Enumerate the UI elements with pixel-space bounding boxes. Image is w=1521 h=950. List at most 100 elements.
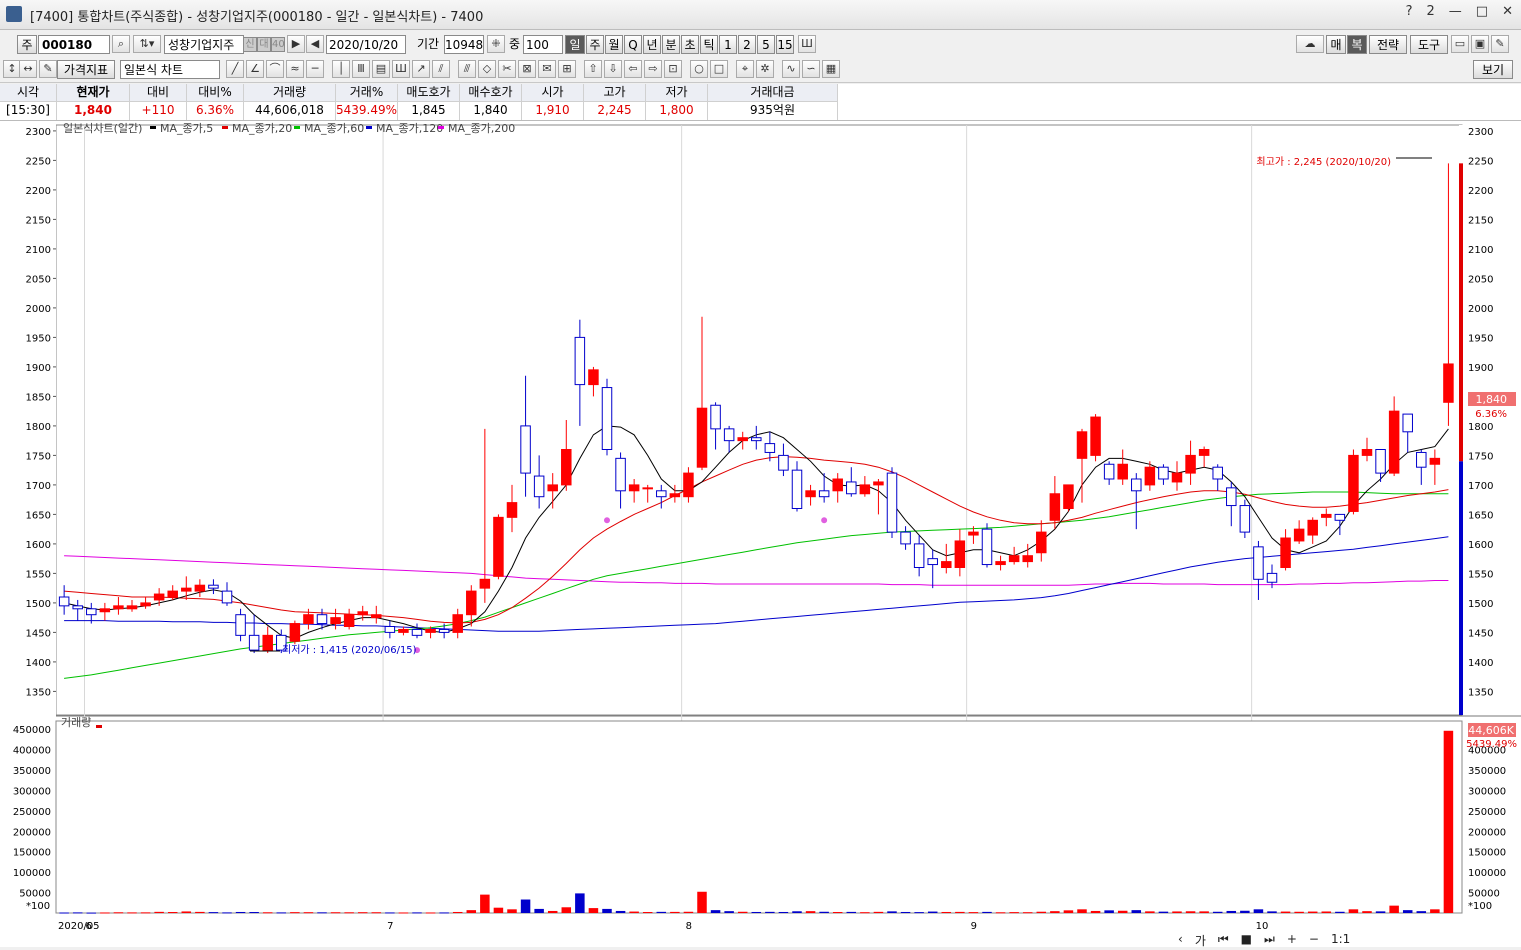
price-indicator-button[interactable]: 가격지표 [57,60,115,79]
channel-tool-icon[interactable]: ⫻ [458,60,476,78]
zoom-out-icon[interactable]: − [1309,932,1319,949]
save-icon[interactable]: ▣ [1471,35,1489,53]
minimize-button[interactable]: — [1449,4,1462,19]
x-label-4: 9 [971,921,977,932]
volume-bar [602,908,612,913]
cloud-icon[interactable]: ☁ [1296,35,1324,53]
candle-body [1144,466,1156,486]
square-tool-icon[interactable]: □ [710,60,728,78]
period-button-1[interactable]: 주 [586,35,604,54]
market-select[interactable]: 주 [17,35,37,54]
wrench-icon[interactable]: ✎ [1491,35,1509,53]
arc-tool-icon[interactable]: ⌒ [266,60,284,78]
period-button-8[interactable]: 1 [719,35,737,54]
bars-tool-icon[interactable]: Ⅲ [352,60,370,78]
volume-bar [276,912,287,914]
line-tool-icon[interactable]: ╱ [226,60,244,78]
rhombus-tool-icon[interactable]: ◇ [478,60,496,78]
circle-tool-icon[interactable]: ○ [690,60,708,78]
box-tool-icon[interactable]: ⊠ [518,60,536,78]
vline-tool-icon[interactable]: │ [332,60,350,78]
star-tool-icon[interactable]: ✲ [756,60,774,78]
price-tick-right: 1550 [1468,569,1493,580]
up-tool-icon[interactable]: ⇧ [584,60,602,78]
chart-area[interactable]: 1350 1350 1400 1400 1450 1450 1500 1500 1550 1550… [0,121,1521,947]
down-tool-icon[interactable]: ⇩ [604,60,622,78]
chart-svg[interactable]: 1350 1350 1400 1400 1450 1450 1500 1500 1550 1550… [0,121,1521,947]
curve-tool-icon[interactable]: ∽ [802,60,820,78]
view-button[interactable]: 보기 [1473,60,1513,79]
volume-bar [493,907,504,913]
back-icon[interactable]: ◀ [306,35,324,53]
period-button-7[interactable]: 틱 [700,35,718,54]
candle-body [167,590,178,598]
frame-tool-icon[interactable]: ⊡ [664,60,682,78]
edit-icon[interactable]: ✎ [39,60,57,78]
period-button-11[interactable]: 15 [776,35,794,54]
angle-tool-icon[interactable]: ∠ [246,60,264,78]
table-tool-icon[interactable]: ▤ [372,60,390,78]
period-button-10[interactable]: 5 [757,35,775,54]
candle-body [1185,454,1196,474]
period-button-6[interactable]: 초 [681,35,699,54]
price-tick-left: 1700 [26,481,51,492]
quote-value-11: 935억원 [708,102,838,120]
chart-type-select[interactable]: 일본식 차트 [120,60,220,79]
maximize-button[interactable]: □ [1476,4,1488,19]
volume-bar [1348,909,1359,913]
period-button-0[interactable]: 일 [565,35,585,54]
crosshair-tool-icon[interactable]: ⌖ [736,60,754,78]
strategy-button[interactable]: 전략 [1369,35,1407,54]
date-input[interactable]: 2020/10/20 [326,35,406,54]
period-button-2[interactable]: 월 [605,35,623,54]
arrow-tool-icon[interactable]: ↗ [412,60,430,78]
grid-tool-icon[interactable]: ⊞ [558,60,576,78]
sine-tool-icon[interactable]: ∿ [782,60,800,78]
grid-icon[interactable]: ⁜ [487,35,505,53]
play-icon[interactable]: ▶ [287,35,305,53]
comb-tool-icon[interactable]: Ш [392,60,410,78]
ruler-icon[interactable]: Ш [798,35,816,53]
cut-tool-icon[interactable]: ✂ [498,60,516,78]
price-tick-left: 1850 [26,392,51,403]
volume-bar [832,912,843,914]
volume-tick-left: 50000 [19,889,51,900]
period-input[interactable]: 10948 [444,35,484,54]
left-tool-icon[interactable]: ⇦ [624,60,642,78]
close-button[interactable]: ✕ [1502,4,1513,19]
count-input[interactable]: 100 [523,35,563,54]
stop-icon[interactable]: ■ [1241,932,1252,949]
candle-body [411,628,423,636]
volume-bar [480,894,490,913]
horizontal-arrow-icon[interactable]: ↔ [19,60,37,78]
compound-button[interactable]: 복 [1347,35,1367,54]
candle-body [357,611,368,616]
mode-button[interactable]: 2 [1427,4,1435,19]
buy-sell-button[interactable]: 매 [1326,35,1346,54]
hline-tool-icon[interactable]: ─ [306,60,324,78]
right-tool-icon[interactable]: ⇨ [644,60,662,78]
period-button-4[interactable]: 년 [643,35,661,54]
stock-code-input[interactable]: 000180 [38,35,110,54]
wave-tool-icon[interactable]: ≈ [286,60,304,78]
count-label: 중 [509,37,521,51]
candle-body [778,454,789,471]
help-button[interactable]: ? [1406,4,1413,19]
mail-tool-icon[interactable]: ✉ [538,60,556,78]
search-icon[interactable]: ⌕ [112,35,130,53]
app-icon [6,6,22,22]
period-button-9[interactable]: 2 [738,35,756,54]
forward-icon[interactable]: ⏭ [1264,932,1275,949]
volume-bar [507,909,517,913]
sort-dropdown-icon[interactable]: ⇅▾ [133,35,161,53]
rewind-icon[interactable]: ⏮ [1218,932,1229,949]
prev-icon[interactable]: ‹ [1178,932,1183,949]
period-button-3[interactable]: Q [624,35,642,54]
parallel-tool-icon[interactable]: ⫽ [432,60,450,78]
zoom-in-icon[interactable]: + [1287,932,1297,949]
period-button-5[interactable]: 분 [662,35,680,54]
candle-body [506,502,518,518]
tools-button[interactable]: 도구 [1410,35,1448,54]
open-folder-icon[interactable]: ▭ [1451,35,1469,53]
tile-tool-icon[interactable]: ▦ [822,60,840,78]
